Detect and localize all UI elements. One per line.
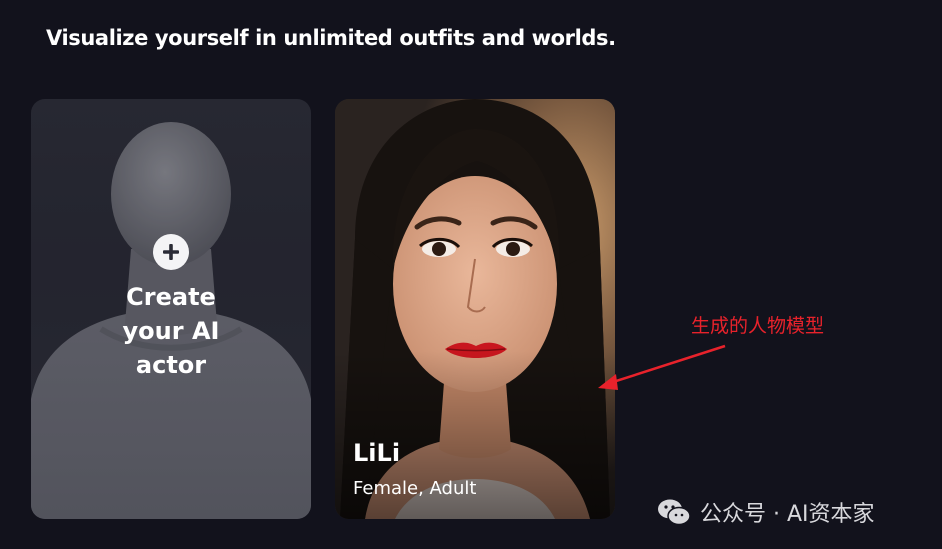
- page-title: Visualize yourself in unlimited outfits …: [46, 26, 616, 50]
- wechat-icon: [658, 499, 691, 526]
- watermark: 公众号 · AI资本家: [656, 496, 875, 528]
- create-ai-actor-card[interactable]: Create your AI actor: [31, 99, 311, 519]
- annotation-arrow-icon: [598, 344, 726, 390]
- create-actor-label: Create your AI actor: [122, 283, 220, 379]
- actor-card-lili[interactable]: LiLi Female, Adult: [335, 99, 615, 519]
- actor-meta: Female, Adult: [353, 478, 477, 499]
- watermark-text: 公众号 · AI资本家: [700, 502, 875, 527]
- plus-icon[interactable]: [153, 234, 189, 270]
- annotation-text: 生成的人物模型: [691, 315, 825, 337]
- actor-name: LiLi: [353, 439, 401, 467]
